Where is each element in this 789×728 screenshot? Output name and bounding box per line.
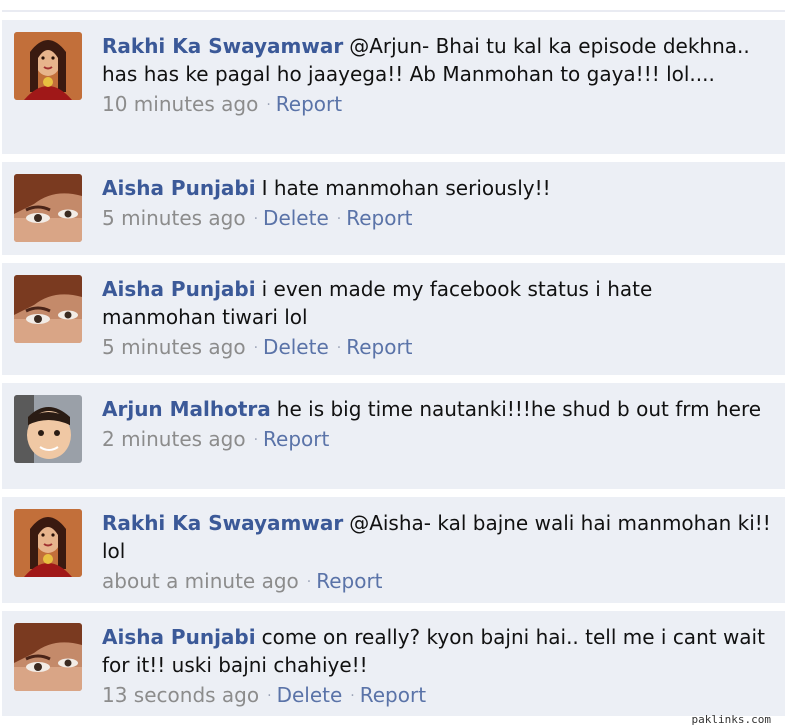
delete-link[interactable]: Delete (263, 206, 329, 230)
timestamp: 5 minutes ago (102, 335, 246, 359)
aisha-avatar[interactable] (14, 623, 82, 691)
author-link[interactable]: Aisha Punjabi (102, 277, 256, 301)
separator-dot: · (253, 432, 259, 448)
separator-dot: · (267, 688, 272, 704)
top-divider (2, 10, 785, 12)
comment-item: Arjun Malhotra he is big time nautanki!!!… (2, 383, 785, 490)
comment-meta: 10 minutes ago · Report (102, 90, 771, 121)
timestamp: 10 minutes ago (102, 92, 259, 116)
comment-item: Aisha Punjabi I hate manmohan seriously!!… (2, 162, 785, 256)
delete-link[interactable]: Delete (277, 683, 343, 707)
author-link[interactable]: Arjun Malhotra (102, 397, 271, 421)
timestamp: 5 minutes ago (102, 206, 246, 230)
separator-dot: · (253, 211, 259, 227)
report-link[interactable]: Report (263, 427, 329, 451)
separator-dot: · (336, 211, 342, 227)
author-link[interactable]: Aisha Punjabi (102, 176, 256, 200)
timestamp: about a minute ago (102, 569, 299, 593)
comment-meta: 5 minutes ago · Delete · Report (102, 333, 771, 364)
aisha-avatar[interactable] (14, 275, 82, 343)
author-link[interactable]: Rakhi Ka Swayamwar (102, 34, 343, 58)
report-link[interactable]: Report (316, 569, 382, 593)
comment-item: Rakhi Ka Swayamwar @Aisha- kal bajne wali… (2, 497, 785, 604)
author-link[interactable]: Rakhi Ka Swayamwar (102, 511, 343, 535)
comment-meta: 2 minutes ago · Report (102, 425, 771, 456)
comment-feed: Rakhi Ka Swayamwar @Arjun- Bhai tu kal ka… (2, 20, 785, 724)
rakhi-avatar[interactable] (14, 32, 82, 100)
separator-dot: · (336, 340, 342, 356)
aisha-avatar[interactable] (14, 174, 82, 242)
separator-dot: · (306, 574, 312, 590)
comment-body: Rakhi Ka Swayamwar @Aisha- kal bajne wali… (102, 509, 771, 598)
comment-body: Arjun Malhotra he is big time nautanki!!!… (102, 395, 771, 456)
comment-body: Aisha Punjabi I hate manmohan seriously!!… (102, 174, 771, 235)
delete-link[interactable]: Delete (263, 335, 329, 359)
report-link[interactable]: Report (360, 683, 426, 707)
comment-text: I hate manmohan seriously!! (261, 176, 551, 200)
separator-dot: · (266, 97, 271, 113)
comment-meta: 5 minutes ago · Delete · Report (102, 204, 771, 235)
watermark: paklinks.com (691, 713, 771, 726)
comment-body: Aisha Punjabi come on really? kyon bajni … (102, 623, 771, 712)
separator-dot: · (350, 688, 355, 704)
comment-item: Rakhi Ka Swayamwar @Arjun- Bhai tu kal ka… (2, 20, 785, 155)
comment-item: Aisha Punjabi come on really? kyon bajni … (2, 611, 785, 717)
report-link[interactable]: Report (346, 206, 412, 230)
comment-meta: about a minute ago · Report (102, 567, 771, 598)
comment-item: Aisha Punjabi i even made my facebook sta… (2, 263, 785, 376)
report-link[interactable]: Report (346, 335, 412, 359)
comment-body: Rakhi Ka Swayamwar @Arjun- Bhai tu kal ka… (102, 32, 771, 121)
report-link[interactable]: Report (276, 92, 342, 116)
timestamp: 13 seconds ago (102, 683, 260, 707)
author-link[interactable]: Aisha Punjabi (102, 625, 256, 649)
comment-body: Aisha Punjabi i even made my facebook sta… (102, 275, 771, 364)
timestamp: 2 minutes ago (102, 427, 246, 451)
arjun-avatar[interactable] (14, 395, 82, 463)
rakhi-avatar[interactable] (14, 509, 82, 577)
comment-meta: 13 seconds ago · Delete · Report (102, 681, 771, 712)
comment-text: he is big time nautanki!!!he shud b out … (276, 397, 762, 421)
separator-dot: · (253, 340, 259, 356)
